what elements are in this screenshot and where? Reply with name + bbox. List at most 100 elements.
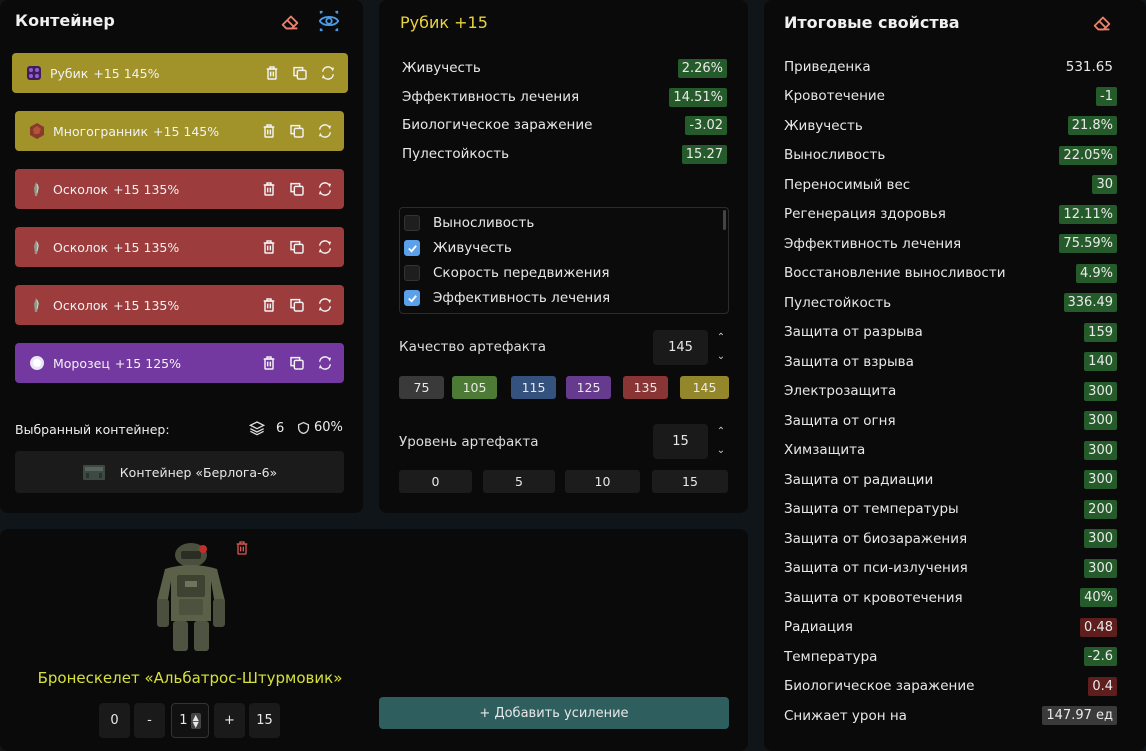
- trash-icon[interactable]: [234, 540, 250, 556]
- copy-icon[interactable]: [289, 239, 305, 255]
- property-option[interactable]: Эффективность лечения: [404, 288, 610, 308]
- artifact-quality: 145%: [183, 123, 220, 139]
- level-chip[interactable]: 10: [565, 470, 640, 493]
- level-decrement-button[interactable]: -: [134, 703, 165, 738]
- copy-icon[interactable]: [289, 181, 305, 197]
- total-stat-value: 140: [1084, 352, 1117, 371]
- chevron-up-icon[interactable]: ⌃: [717, 332, 725, 343]
- total-stat-label: Защита от пси-излучения: [784, 560, 968, 576]
- artifact-row[interactable]: Рубик +15 145%: [12, 53, 348, 93]
- container-select-button[interactable]: Контейнер «Берлога-6»: [15, 451, 344, 493]
- level-chip[interactable]: 0: [399, 470, 472, 493]
- eraser-icon[interactable]: [279, 11, 301, 33]
- quality-chip[interactable]: 145: [680, 376, 729, 399]
- artifact-stat-row: Живучесть 2.26%: [402, 56, 727, 80]
- quality-chip[interactable]: 75: [399, 376, 444, 399]
- stat-label: Пулестойкость: [402, 146, 510, 162]
- trash-icon[interactable]: [261, 355, 277, 371]
- trash-icon[interactable]: [261, 239, 277, 255]
- total-stat-label: Выносливость: [784, 147, 886, 163]
- total-stat-value: 0.48: [1080, 617, 1117, 637]
- artifact-row[interactable]: Морозец +15 125%: [15, 343, 344, 383]
- swap-icon[interactable]: [317, 297, 333, 313]
- swap-icon[interactable]: [317, 123, 333, 139]
- total-stat-value: 200: [1084, 499, 1117, 519]
- copy-icon[interactable]: [292, 65, 308, 81]
- total-stat-label: Химзащита: [784, 442, 866, 458]
- number-spin-icon[interactable]: ▲ ▼: [190, 712, 201, 729]
- level-input[interactable]: 15: [653, 424, 708, 459]
- property-checklist[interactable]: Выносливость Живучесть Скорость передвижен…: [399, 207, 729, 314]
- level-spinner[interactable]: ⌃ ⌄: [714, 426, 728, 456]
- checkbox[interactable]: [404, 265, 420, 281]
- chevron-up-icon[interactable]: ⌃: [717, 426, 725, 437]
- total-stat-row: Пулестойкость 336.49: [784, 291, 1117, 314]
- quality-chip[interactable]: 135: [623, 376, 668, 399]
- add-upgrade-button[interactable]: + Добавить усиление: [379, 697, 729, 729]
- swap-icon[interactable]: [320, 65, 336, 81]
- chevron-down-icon[interactable]: ⌄: [717, 351, 725, 362]
- total-stat-label: Переносимый вес: [784, 176, 911, 193]
- trash-icon[interactable]: [261, 123, 277, 139]
- total-stat-label: Защита от разрыва: [784, 324, 923, 340]
- swap-icon[interactable]: [317, 239, 333, 255]
- quality-spinner[interactable]: ⌃ ⌄: [714, 332, 728, 362]
- checkbox[interactable]: [404, 290, 420, 306]
- eraser-icon[interactable]: [1091, 12, 1113, 34]
- quality-chip[interactable]: 125: [566, 376, 611, 399]
- artifact-row[interactable]: Многогранник +15 145%: [15, 111, 344, 151]
- swap-icon[interactable]: [317, 355, 333, 371]
- total-stat-label: Защита от огня: [784, 412, 896, 429]
- property-option[interactable]: Выносливость: [404, 213, 534, 233]
- total-stat-value: 22.05%: [1059, 145, 1117, 165]
- selected-container-label: Выбранный контейнер:: [15, 422, 170, 437]
- eye-icon[interactable]: [318, 10, 340, 32]
- total-stat-value: -2.6: [1083, 647, 1117, 666]
- total-stat-value: 0.4: [1088, 676, 1117, 696]
- trash-icon[interactable]: [261, 181, 277, 197]
- total-stat-value: 300: [1084, 440, 1117, 460]
- quality-input[interactable]: 145: [653, 330, 708, 365]
- level-chip[interactable]: 5: [483, 470, 555, 493]
- total-stat-value: 147.97 ед: [1042, 706, 1117, 725]
- artifact-row[interactable]: Осколок +15 135%: [15, 169, 344, 209]
- artifact-row[interactable]: Осколок +15 135%: [15, 285, 344, 325]
- copy-icon[interactable]: [289, 297, 305, 313]
- total-stat-row: Электрозащита 300: [784, 380, 1117, 403]
- copy-icon[interactable]: [289, 123, 305, 139]
- chevron-down-icon[interactable]: ⌄: [717, 445, 725, 456]
- property-option[interactable]: Живучесть: [404, 238, 512, 258]
- level-current-value: 1: [179, 713, 188, 728]
- quality-chip[interactable]: 115: [511, 376, 556, 399]
- artifact-stat-row: Пулестойкость 15.27: [402, 142, 727, 166]
- artifact-name: Осколок: [53, 297, 109, 313]
- property-option[interactable]: Скорость передвижения: [404, 263, 609, 283]
- total-stat-row: Живучесть 21.8%: [784, 114, 1117, 137]
- total-stat-value: 4.9%: [1075, 263, 1117, 283]
- total-stat-row: Химзащита 300: [784, 439, 1117, 462]
- copy-icon[interactable]: [289, 355, 305, 371]
- total-stat-value: 300: [1084, 411, 1117, 430]
- total-stat-value: 300: [1084, 529, 1117, 548]
- level-min-button[interactable]: 0: [99, 703, 130, 738]
- quality-chip[interactable]: 105: [452, 376, 497, 399]
- level-max-button[interactable]: 15: [249, 703, 280, 738]
- container-name: Контейнер «Берлога-6»: [119, 464, 278, 480]
- trash-icon[interactable]: [264, 65, 280, 81]
- checkbox[interactable]: [404, 240, 420, 256]
- total-stat-row: Выносливость 22.05%: [784, 144, 1117, 167]
- option-label: Эффективность лечения: [433, 290, 611, 306]
- artifact-name: Морозец: [53, 355, 110, 371]
- slots-count: 6: [249, 420, 284, 436]
- level-increment-button[interactable]: +: [214, 703, 245, 738]
- level-chip[interactable]: 15: [652, 470, 728, 493]
- checkbox[interactable]: [404, 215, 420, 231]
- checklist-scrollbar[interactable]: [723, 210, 726, 230]
- trash-icon[interactable]: [261, 297, 277, 313]
- artifact-level: +15: [113, 239, 140, 255]
- check-icon: [407, 244, 417, 253]
- artifact-row[interactable]: Осколок +15 135%: [15, 227, 344, 267]
- shield-icon: [297, 421, 310, 434]
- swap-icon[interactable]: [317, 181, 333, 197]
- level-value-input[interactable]: 1 ▲ ▼: [171, 703, 209, 738]
